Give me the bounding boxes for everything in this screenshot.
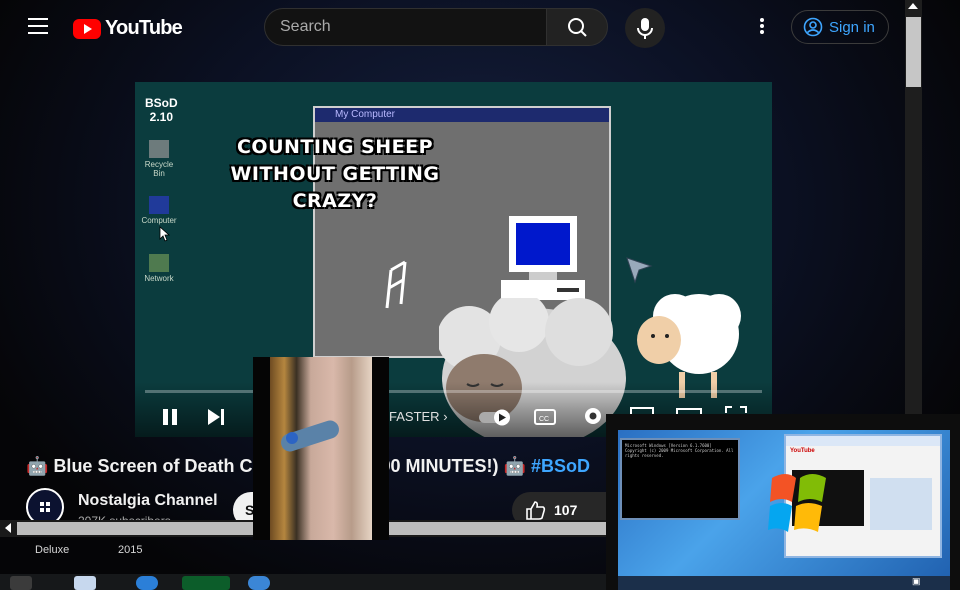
logo-text: YouTube [105,17,183,39]
search-input[interactable] [265,9,540,45]
next-icon[interactable] [205,406,227,428]
cmd-text: Microsoft Windows [Version 6.1.7600] Cop… [625,443,734,458]
like-count: 107 [554,502,578,518]
progress-bar[interactable] [145,390,762,393]
title-text-left: Blue Screen of Death C [53,456,253,476]
corner-tag-line: BSoD [145,96,178,110]
taskbar-app-icon[interactable] [10,576,32,590]
vertical-scroll-thumb[interactable] [906,17,921,87]
browser-tabbar [786,436,940,446]
camera-icon: ▣ [912,576,921,586]
robot-emoji: 🤖 [503,456,526,476]
title-text-right: 90 MINUTES!) [380,456,499,476]
desktop-icon-computer: Computer [139,196,179,225]
faster-label: FASTER › [389,409,448,424]
voice-search-button[interactable] [625,8,665,48]
taskbar-app-icon[interactable] [182,576,230,590]
autoplay-toggle-icon[interactable] [477,406,515,428]
svg-text:CC: CC [539,416,549,423]
search-icon [568,18,587,37]
caption-line: COUNTING SHEEP [236,136,434,158]
youtube-logo[interactable]: YouTube [73,17,183,40]
music-note-icon [385,260,407,309]
browser-icon[interactable] [248,576,270,590]
desktop-icon-label: Computer [141,216,177,225]
scroll-up-arrow-icon[interactable] [908,3,918,9]
desktop-icon-recycle-bin: Recycle Bin [139,140,179,178]
blue-device-cap [286,432,298,444]
desktop-icon-network: Network [139,254,179,283]
recycle-bin-icon [149,140,169,158]
windows7-taskbar [618,576,950,590]
more-options-icon[interactable] [752,18,772,38]
sign-in-button[interactable]: Sign in [791,10,889,44]
caption-line: CRAZY? [292,190,378,212]
corner-tag-line: 2.10 [149,110,174,124]
computer-icon [501,216,585,300]
video-player[interactable]: BSoD 2.10 Recycle Bin Computer Network M… [135,82,772,437]
caption-line: WITHOUT GETTING [230,163,440,185]
account-icon [803,17,823,37]
masthead: YouTube Sign in [0,0,905,56]
bsod-corner-tag: BSoD 2.10 [145,96,178,124]
strip-label: 2015 [118,544,143,556]
strip-label: Deluxe [35,544,70,556]
video-caption: COUNTING SHEEP WITHOUT GETTING CRAZY? [195,134,475,215]
globe-icon[interactable] [136,576,158,590]
mouse-cursor-icon [159,226,171,242]
microphone-icon [637,18,653,39]
youtube-play-icon [73,18,101,39]
windows7-thumbnail[interactable]: Microsoft Windows [Version 6.1.7600] Cop… [606,414,960,590]
channel-name[interactable]: Nostalgia Channel [78,492,218,510]
taskbar-app-icon[interactable] [74,576,96,590]
windows-logo-icon [768,474,826,532]
menu-icon[interactable] [28,18,48,34]
command-prompt-window: Microsoft Windows [Version 6.1.7600] Cop… [620,438,740,520]
cursor-arrow-icon [626,257,653,284]
subtitles-icon[interactable]: CC [533,406,557,428]
network-icon [149,254,169,272]
robot-emoji: 🤖 [26,456,49,476]
settings-icon[interactable] [581,404,605,428]
window-title: My Computer [315,108,609,122]
faster-text: FASTER [389,409,440,424]
computer-icon [149,196,169,214]
search-box [264,8,546,46]
scroll-left-arrow-icon[interactable] [5,523,11,533]
sign-in-label: Sign in [829,18,875,36]
windows7-desktop-image: Microsoft Windows [Version 6.1.7600] Cop… [618,430,950,590]
desktop-icon-label: Recycle Bin [144,160,174,178]
browser-thumbnail [870,478,932,530]
thumbs-up-icon [526,501,546,520]
search-button[interactable] [546,8,608,46]
hashtag-link[interactable]: #BSoD [531,456,590,476]
channel-logo-icon [40,502,50,512]
popup-video-image[interactable] [270,357,372,540]
desktop-icon-label: Network [144,274,174,283]
pause-icon[interactable] [159,406,181,428]
browser-youtube-logo: YouTube [790,448,815,454]
